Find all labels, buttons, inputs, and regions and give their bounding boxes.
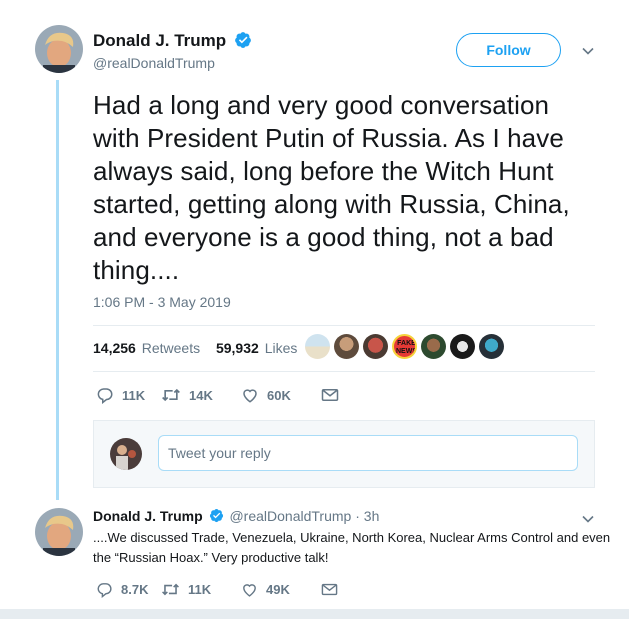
reply-author-name-text[interactable]: Donald J. Trump bbox=[93, 508, 203, 524]
likes-label[interactable]: Likes bbox=[265, 340, 298, 356]
fake-news-badge-text: FAKE NEWS bbox=[396, 340, 417, 355]
author-avatar[interactable] bbox=[35, 25, 83, 73]
reply-input[interactable]: Tweet your reply bbox=[158, 435, 578, 471]
divider-bottom bbox=[93, 371, 595, 372]
liker-avatar[interactable] bbox=[421, 334, 446, 359]
tweet-timestamp[interactable]: 1:06 PM - 3 May 2019 bbox=[93, 294, 231, 310]
reply-count: 11K bbox=[122, 387, 146, 403]
liker-avatar[interactable] bbox=[305, 334, 330, 359]
engagement-stats: 14,256 Retweets 59,932 Likes bbox=[93, 340, 299, 356]
reply-author-name[interactable]: Donald J. Trump @realDonaldTrump · 3h bbox=[93, 508, 379, 524]
current-user-avatar[interactable] bbox=[110, 438, 142, 470]
liker-avatar[interactable] bbox=[334, 334, 359, 359]
reply-separator: · bbox=[355, 508, 360, 524]
liker-avatar[interactable] bbox=[363, 334, 388, 359]
retweets-label[interactable]: Retweets bbox=[142, 340, 200, 356]
chevron-down-icon[interactable] bbox=[581, 44, 595, 58]
avatar-image bbox=[35, 25, 83, 73]
reply-author-avatar[interactable] bbox=[35, 508, 83, 556]
liker-avatars: FAKE NEWS bbox=[305, 334, 508, 359]
verified-badge-icon bbox=[235, 32, 251, 48]
author-name-text[interactable]: Donald J. Trump bbox=[93, 31, 226, 50]
reply-author-handle[interactable]: @realDonaldTrump bbox=[229, 508, 351, 524]
like-count: 49K bbox=[266, 582, 290, 597]
current-user-avatar-image bbox=[110, 438, 142, 470]
reply-tweet-text: ....We discussed Trade, Venezuela, Ukrai… bbox=[93, 530, 611, 565]
direct-message-button[interactable] bbox=[321, 387, 347, 403]
retweet-icon bbox=[162, 388, 180, 402]
author-handle[interactable]: @realDonaldTrump bbox=[93, 55, 215, 71]
likes-count[interactable]: 59,932 bbox=[216, 340, 259, 356]
tweet-text: Had a long and very good conversation wi… bbox=[93, 90, 570, 285]
direct-message-button[interactable] bbox=[321, 582, 346, 597]
thread-connector-line bbox=[56, 80, 59, 500]
reply-button[interactable]: 11K bbox=[96, 386, 161, 404]
liker-avatar-fake-news[interactable]: FAKE NEWS bbox=[392, 334, 417, 359]
reply-time-ago[interactable]: 3h bbox=[364, 508, 380, 524]
retweet-button[interactable]: 11K bbox=[161, 581, 241, 598]
liker-avatar[interactable] bbox=[450, 334, 475, 359]
like-count: 60K bbox=[267, 387, 291, 403]
reply-tweet-actions: 8.7K 11K 49K bbox=[96, 581, 346, 598]
retweet-icon bbox=[162, 583, 179, 596]
like-icon bbox=[243, 389, 257, 403]
like-button[interactable]: 49K bbox=[241, 581, 321, 598]
tweet-actions: 11K 14K 60K bbox=[96, 386, 347, 404]
verified-badge-icon bbox=[209, 509, 223, 523]
reply-avatar-image bbox=[35, 508, 83, 556]
dm-icon bbox=[321, 583, 338, 596]
reply-count: 8.7K bbox=[121, 582, 149, 597]
follow-button[interactable]: Follow bbox=[456, 33, 561, 67]
divider-top bbox=[93, 325, 595, 326]
author-name[interactable]: Donald J. Trump bbox=[93, 31, 252, 51]
chevron-down-icon[interactable] bbox=[581, 512, 595, 526]
retweet-count: 14K bbox=[189, 387, 213, 403]
dm-icon bbox=[321, 389, 339, 401]
like-icon bbox=[243, 584, 256, 597]
retweets-count[interactable]: 14,256 bbox=[93, 340, 136, 356]
retweet-count: 11K bbox=[188, 582, 212, 597]
like-button[interactable]: 60K bbox=[241, 386, 321, 404]
reply-button[interactable]: 8.7K bbox=[96, 581, 161, 598]
retweet-button[interactable]: 14K bbox=[161, 386, 241, 404]
reply-icon bbox=[97, 583, 112, 598]
liker-avatar[interactable] bbox=[479, 334, 504, 359]
reply-icon bbox=[97, 388, 113, 404]
timeline-bottom-border bbox=[0, 609, 629, 619]
